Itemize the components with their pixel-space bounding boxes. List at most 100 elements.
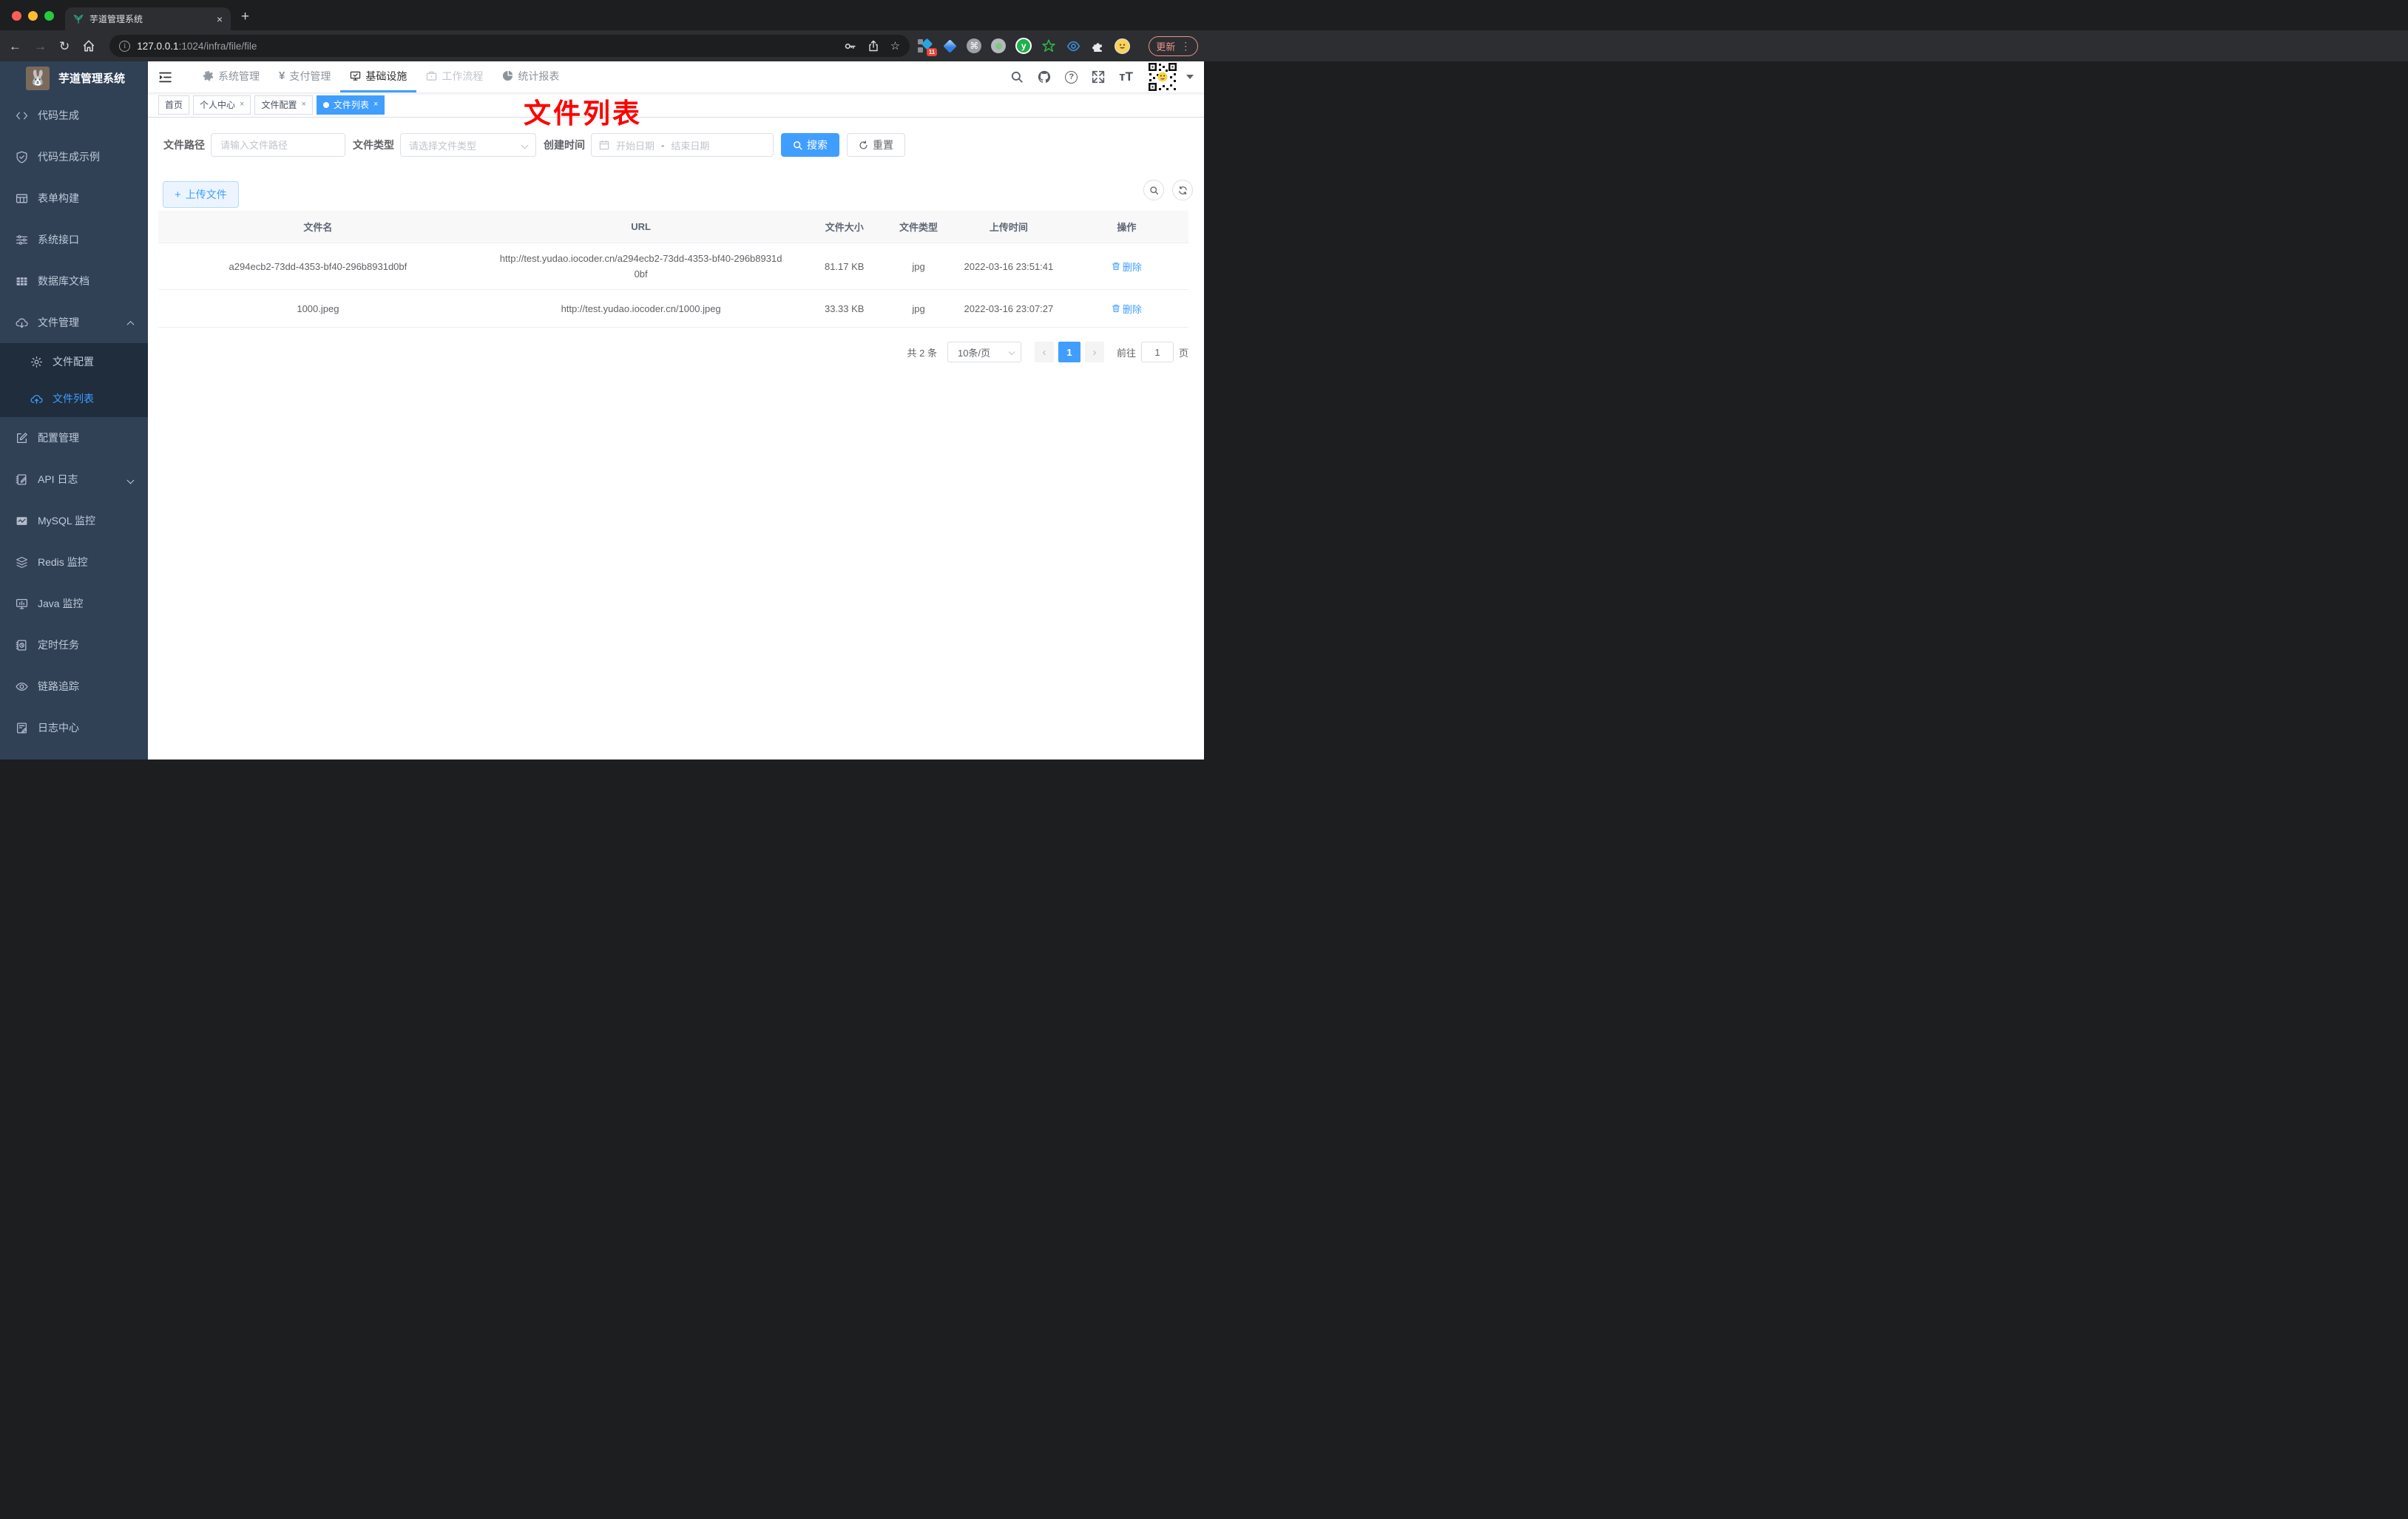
sidebar-item-log-center[interactable]: 日志中心 bbox=[0, 707, 148, 748]
delete-button[interactable]: 删除 bbox=[1112, 302, 1142, 316]
font-size-icon[interactable]: тT bbox=[1119, 70, 1133, 84]
reload-button[interactable]: ↻ bbox=[59, 40, 70, 53]
extension-kite-icon[interactable] bbox=[942, 38, 957, 53]
home-button[interactable] bbox=[82, 39, 95, 53]
stack-icon bbox=[16, 556, 27, 568]
forward-button[interactable]: → bbox=[34, 40, 47, 53]
extension-command-icon[interactable]: ⌘ bbox=[967, 38, 982, 53]
goto-label: 前往 bbox=[1116, 347, 1136, 359]
extension-emoji-icon[interactable] bbox=[1115, 38, 1131, 54]
sidebar-item-form-builder[interactable]: 表单构建 bbox=[0, 177, 148, 219]
fullscreen-icon[interactable] bbox=[1092, 70, 1105, 84]
sidebar-item-config-management[interactable]: 配置管理 bbox=[0, 417, 148, 459]
trash-icon bbox=[1112, 305, 1120, 313]
sidebar-item-db-doc[interactable]: 数据库文档 bbox=[0, 260, 148, 302]
browser-update-button[interactable]: 更新 ⋮ bbox=[1149, 35, 1199, 56]
window-minimize-button[interactable] bbox=[28, 11, 38, 21]
tag-home[interactable]: 首页 bbox=[158, 95, 190, 115]
tab-close-icon[interactable]: × bbox=[217, 14, 223, 24]
table-row: a294ecb2-73dd-4353-bf40-296b8931d0bf htt… bbox=[158, 243, 1188, 290]
window-close-button[interactable] bbox=[12, 11, 21, 21]
table-icon bbox=[16, 194, 28, 203]
github-icon[interactable] bbox=[1038, 70, 1051, 84]
tag-close-icon[interactable]: × bbox=[240, 101, 244, 109]
plus-icon: + bbox=[175, 188, 181, 201]
end-date-placeholder[interactable]: 结束日期 bbox=[671, 138, 709, 152]
start-date-placeholder[interactable]: 开始日期 bbox=[616, 138, 655, 152]
extension-star-icon[interactable] bbox=[1041, 38, 1056, 53]
gear-icon bbox=[203, 70, 214, 81]
share-icon[interactable] bbox=[868, 40, 879, 52]
search-icon[interactable] bbox=[1010, 70, 1024, 84]
sidebar-item-scheduled-task[interactable]: 定时任务 bbox=[0, 624, 148, 666]
sidebar-item-trace[interactable]: 链路追踪 bbox=[0, 666, 148, 707]
back-button[interactable]: ← bbox=[9, 40, 21, 53]
topnav-infrastructure[interactable]: 基础设施 bbox=[340, 61, 417, 92]
monitor-check-icon bbox=[351, 71, 361, 81]
pie-chart-icon bbox=[503, 70, 513, 81]
sidebar-collapse-button[interactable] bbox=[148, 61, 183, 92]
table-toolbar: + 上传文件 bbox=[148, 181, 1204, 208]
extensions-puzzle-icon[interactable] bbox=[1090, 38, 1105, 53]
window-zoom-button[interactable] bbox=[44, 11, 54, 21]
page-size-select[interactable]: 10条/页 bbox=[947, 342, 1021, 362]
sidebar-item-system-api[interactable]: 系统接口 bbox=[0, 219, 148, 260]
tab-strip: 芋道管理系统 × + bbox=[0, 0, 2408, 30]
bookmark-star-icon[interactable]: ☆ bbox=[890, 39, 900, 53]
tag-file-config[interactable]: 文件配置 × bbox=[254, 95, 313, 115]
topnav-system-management[interactable]: 系统管理 bbox=[193, 61, 269, 92]
browser-tab[interactable]: 芋道管理系统 × bbox=[65, 7, 231, 30]
sidebar-item-code-generation[interactable]: 代码生成 bbox=[0, 95, 148, 136]
tag-close-icon[interactable]: × bbox=[373, 101, 378, 109]
cell-uploadtime: 2022-03-16 23:07:27 bbox=[964, 302, 1054, 314]
sidebar-item-mysql-monitor[interactable]: MySQL 监控 bbox=[0, 500, 148, 541]
next-page-button[interactable]: › bbox=[1084, 342, 1104, 362]
file-type-select[interactable]: 请选择文件类型 bbox=[400, 133, 536, 157]
help-icon[interactable]: ? bbox=[1065, 70, 1078, 84]
sidebar-item-api-log[interactable]: API 日志 bbox=[0, 459, 148, 500]
password-key-icon[interactable] bbox=[844, 40, 856, 53]
new-tab-button[interactable]: + bbox=[241, 9, 249, 25]
sidebar-item-redis-monitor[interactable]: Redis 监控 bbox=[0, 541, 148, 583]
extension-grey-green-icon[interactable] bbox=[991, 38, 1007, 53]
topnav-statistics-report[interactable]: 统计报表 bbox=[493, 61, 569, 92]
address-bar[interactable]: i 127.0.0.1:1024/infra/file/file ☆ bbox=[109, 35, 910, 57]
search-button[interactable]: 搜索 bbox=[781, 133, 839, 157]
site-info-icon[interactable]: i bbox=[119, 40, 131, 52]
sidebar-item-file-list[interactable]: 文件列表 bbox=[0, 380, 148, 417]
col-header-url: URL bbox=[631, 221, 651, 232]
tag-profile[interactable]: 个人中心 × bbox=[193, 95, 251, 115]
sidebar-item-file-management[interactable]: 文件管理 bbox=[0, 302, 148, 343]
tag-file-list[interactable]: 文件列表 × bbox=[316, 95, 385, 115]
sidebar-item-file-config[interactable]: 文件配置 bbox=[0, 343, 148, 380]
filter-form: 文件路径 文件类型 请选择文件类型 创建时间 开始日期 - 结束日期 搜索 bbox=[148, 118, 1204, 157]
reset-button[interactable]: 重置 bbox=[847, 133, 905, 157]
col-header-uploadtime: 上传时间 bbox=[989, 222, 1028, 233]
extension-tabs-badge-icon[interactable]: 11 bbox=[918, 38, 938, 56]
prev-page-button[interactable]: ‹ bbox=[1034, 342, 1054, 362]
date-range-picker[interactable]: 开始日期 - 结束日期 bbox=[591, 133, 774, 157]
extension-eye-icon[interactable] bbox=[1066, 38, 1080, 53]
sidebar-logo-row[interactable]: 🐰 芋道管理系统 bbox=[0, 61, 148, 95]
topnav-payment-management[interactable]: ¥ 支付管理 bbox=[269, 61, 340, 92]
delete-button[interactable]: 删除 bbox=[1112, 260, 1142, 274]
sidebar-item-java-monitor[interactable]: Java 监控 bbox=[0, 583, 148, 624]
avatar-dropdown-caret-icon[interactable] bbox=[1186, 75, 1194, 79]
browser-menu-dots-icon[interactable]: ⋮ bbox=[1180, 40, 1191, 53]
sidebar-item-code-gen-example[interactable]: 代码生成示例 bbox=[0, 136, 148, 177]
navbar: 系统管理 ¥ 支付管理 基础设施 工作流程 统计报表 ? тT bbox=[148, 61, 1204, 92]
page-number-1[interactable]: 1 bbox=[1058, 342, 1080, 362]
chevron-down-icon bbox=[126, 473, 135, 485]
user-avatar-qr[interactable] bbox=[1147, 61, 1178, 92]
goto-page-input[interactable] bbox=[1140, 342, 1174, 362]
topnav-workflow[interactable]: 工作流程 bbox=[416, 61, 493, 92]
col-header-actions: 操作 bbox=[1117, 222, 1137, 233]
extension-y-icon[interactable]: y bbox=[1015, 38, 1032, 54]
file-path-input[interactable] bbox=[211, 133, 345, 157]
toggle-search-button[interactable] bbox=[1143, 180, 1164, 200]
upload-file-button[interactable]: + 上传文件 bbox=[163, 181, 239, 208]
refresh-table-button[interactable] bbox=[1172, 180, 1193, 200]
favicon-leaf-icon bbox=[73, 14, 84, 24]
cloud-upload-icon bbox=[30, 394, 43, 404]
tag-close-icon[interactable]: × bbox=[301, 101, 305, 109]
